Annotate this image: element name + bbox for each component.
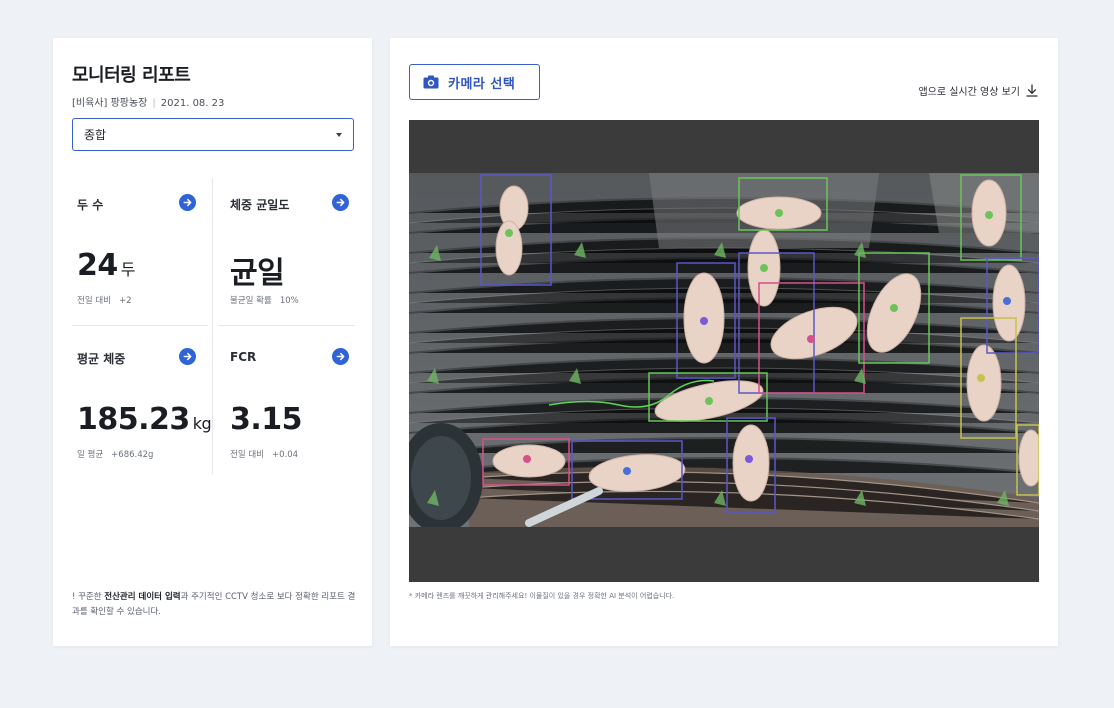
metric-number: 24 <box>77 248 118 283</box>
arrow-right-icon[interactable] <box>179 348 196 365</box>
cctv-video-feed[interactable] <box>409 120 1039 582</box>
arrow-right-icon[interactable] <box>332 194 349 211</box>
metric-sub-label: 전일 대비 <box>77 296 111 306</box>
report-panel: 모니터링 리포트 [비육사] 팡팡농장 | 2021. 08. 23 종합 두 수 … <box>53 38 372 646</box>
metric-sub: 전일 대비 +2 <box>77 294 132 306</box>
farm-name: [비육사] 팡팡농장 <box>72 98 148 109</box>
metric-sub: 불균일 확률 10% <box>230 294 299 306</box>
metric-sub-label: 일 평균 <box>77 450 104 460</box>
metric-sub-delta: 10% <box>279 296 299 306</box>
metric-number: 185.23 <box>77 402 190 437</box>
metric-value: 3.15 <box>230 402 305 437</box>
metric-label: 두 수 <box>77 198 104 212</box>
camera-panel: 카메라 선택 앱으로 실시간 영상 보기 * 카메라 렌즈를 깨끗하게 관리해주… <box>390 38 1058 646</box>
download-icon <box>1026 84 1038 97</box>
report-date: 2021. 08. 23 <box>160 98 225 109</box>
metric-sub-delta: +2 <box>118 296 132 306</box>
chevron-down-icon <box>336 132 342 137</box>
metric-unit: kg <box>192 414 212 433</box>
report-footnote: ! 꾸준한 전산관리 데이터 입력과 주기적인 CCTV 청소로 보다 정확한 … <box>72 590 362 620</box>
report-filter-select[interactable]: 종합 <box>72 118 354 151</box>
report-subtitle: [비육사] 팡팡농장 | 2021. 08. 23 <box>72 94 224 109</box>
metric-sub: 일 평균 +686.42g <box>77 448 153 460</box>
arrow-right-icon[interactable] <box>179 194 196 211</box>
cctv-frame-image <box>409 173 1039 527</box>
metric-label: FCR <box>230 350 257 364</box>
metric-sub-label: 전일 대비 <box>230 450 264 460</box>
metric-label: 평균 체중 <box>77 352 126 366</box>
footnote-prefix: ! 꾸준한 <box>72 592 105 602</box>
report-filter-value: 종합 <box>84 128 107 142</box>
arrow-right-icon[interactable] <box>332 348 349 365</box>
metric-value: 균일 <box>230 248 287 292</box>
metrics-divider-left <box>72 325 208 326</box>
camera-select-label: 카메라 선택 <box>448 76 516 92</box>
metrics-divider-right <box>219 325 355 326</box>
pig-pen-scene <box>409 173 1039 527</box>
metric-sub: 전일 대비 +0.04 <box>230 448 298 460</box>
metric-value: 185.23 kg <box>77 402 212 437</box>
metric-number: 3.15 <box>230 402 303 437</box>
metric-number: 균일 <box>230 256 285 291</box>
camera-lens-note: * 카메라 렌즈를 깨끗하게 관리해주세요! 이물질이 있을 경우 정확한 AI… <box>409 592 675 600</box>
metric-sub-delta: +0.04 <box>271 450 299 460</box>
metric-unit: 두 <box>120 260 136 279</box>
subtitle-separator: | <box>152 98 156 109</box>
page-title: 모니터링 리포트 <box>72 65 191 86</box>
metric-fcr: FCR 3.15 전일 대비 +0.04 <box>230 332 380 472</box>
metric-head-count: 두 수 24 두 전일 대비 +2 <box>77 178 227 318</box>
app-live-view-label: 앱으로 실시간 영상 보기 <box>918 87 1020 98</box>
camera-select-button[interactable]: 카메라 선택 <box>409 64 540 100</box>
metrics-grid: 두 수 24 두 전일 대비 +2 체중 균일도 균일 불균일 확률 10% 평균 체… <box>53 178 372 478</box>
metric-weight-uniformity: 체중 균일도 균일 불균일 확률 10% <box>230 178 380 318</box>
metric-value: 24 두 <box>77 248 135 283</box>
metric-sub-label: 불균일 확률 <box>230 296 272 306</box>
metric-label: 체중 균일도 <box>230 198 290 212</box>
footnote-highlight: 전산관리 데이터 입력 <box>104 592 181 602</box>
app-live-view-link[interactable]: 앱으로 실시간 영상 보기 <box>918 83 1038 98</box>
metric-average-weight: 평균 체중 185.23 kg 일 평균 +686.42g <box>77 332 227 472</box>
metric-sub-delta: +686.42g <box>111 450 154 460</box>
camera-icon <box>423 75 439 89</box>
